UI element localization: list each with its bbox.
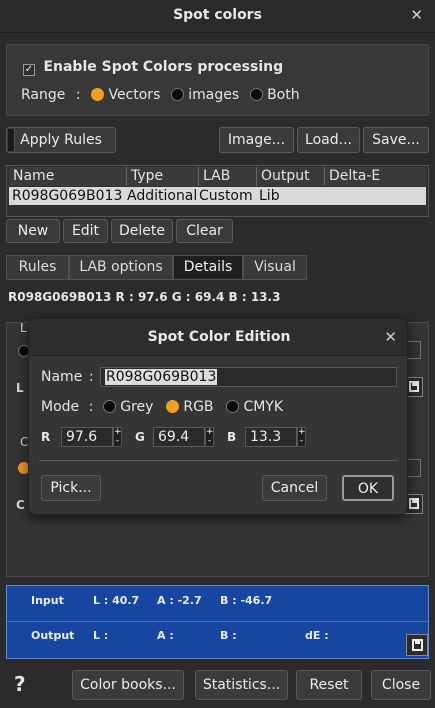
radio-images[interactable]: images [170, 87, 239, 103]
b-label: B [227, 430, 237, 444]
cell-name: R098G069B013 [12, 188, 123, 204]
range-group: Range : Vectors images Both [21, 87, 300, 103]
radio-vectors[interactable]: Vectors [91, 87, 160, 103]
name-sep: : [89, 369, 94, 385]
dialog-divider [39, 460, 397, 461]
delete-button[interactable]: Delete [111, 219, 173, 243]
details-summary: R098G069B013 R : 97.6 G : 69.4 B : 13.3 [8, 290, 281, 304]
r-input[interactable]: 97.6 [61, 427, 113, 447]
column-header-type[interactable]: Type [127, 167, 199, 186]
table-row[interactable]: R098G069B013 Additional Custom Lib [9, 187, 426, 205]
bg-dropdown-icon [407, 459, 421, 477]
ok-button[interactable]: OK [342, 475, 394, 501]
g-input[interactable]: 69.4 [153, 427, 205, 447]
b-input[interactable]: 13.3 [245, 427, 297, 447]
apply-rules-button[interactable]: Apply Rules [6, 127, 116, 153]
settings-panel: ✓ Enable Spot Colors processing Range : … [6, 44, 429, 116]
input-a-value: A : -2.7 [157, 594, 202, 607]
cell-lab: Custom [199, 188, 253, 204]
color-panel-separator [7, 621, 428, 622]
input-label: Input [31, 594, 64, 607]
tab-details[interactable]: Details [173, 255, 243, 280]
radio-rgb[interactable]: RGB [165, 399, 214, 415]
load-button[interactable]: Load... [297, 127, 360, 153]
name-value: R098G069B013 [105, 369, 218, 385]
clear-button[interactable]: Clear [176, 219, 233, 243]
input-b-value: B : -46.7 [220, 594, 273, 607]
radio-icon[interactable] [225, 400, 239, 413]
tab-visual[interactable]: Visual [243, 255, 307, 280]
column-header-lab[interactable]: LAB [199, 167, 257, 186]
close-icon[interactable]: ✕ [410, 6, 423, 24]
cancel-button[interactable]: Cancel [262, 475, 327, 501]
title-bar: Spot colors ✕ [0, 0, 435, 33]
radio-selected-icon[interactable] [91, 88, 104, 101]
dialog-title: Spot Color Edition [147, 329, 291, 345]
bg-dropdown-icon [407, 341, 421, 359]
output-b-value: B : [220, 629, 237, 642]
input-l-value: L : 40.7 [93, 594, 140, 607]
bg-label-fragment: L [16, 381, 24, 395]
b-spinner[interactable]: + - [297, 427, 306, 447]
radio-both[interactable]: Both [249, 87, 300, 103]
close-button[interactable]: Close [371, 670, 431, 700]
radio-icon[interactable] [249, 88, 263, 101]
color-values-panel: Input L : 40.7 A : -2.7 B : -46.7 Output… [6, 585, 429, 659]
new-button[interactable]: New [6, 219, 60, 243]
radio-cmyk[interactable]: CMYK [225, 399, 283, 415]
mode-group: Mode : Grey RGB CMYK [41, 399, 283, 415]
tab-lab-options[interactable]: LAB options [69, 255, 173, 280]
mode-sep: : [88, 399, 94, 415]
r-label: R [41, 430, 51, 444]
pick-button[interactable]: Pick... [41, 475, 101, 501]
save-button[interactable]: Save... [363, 127, 429, 153]
bg-group-fragment: L [20, 321, 27, 335]
range-sep: : [75, 87, 81, 103]
color-books-button[interactable]: Color books... [72, 670, 184, 700]
mode-label: Mode [41, 399, 80, 415]
close-icon[interactable]: ✕ [384, 328, 397, 346]
dialog-title-bar: Spot Color Edition ✕ [29, 319, 407, 356]
r-spinner[interactable]: + - [113, 427, 122, 447]
tab-rules[interactable]: Rules [6, 255, 69, 280]
statistics-button[interactable]: Statistics... [195, 670, 288, 700]
g-label: G [135, 430, 145, 444]
apply-rules-indicator [8, 129, 15, 151]
radio-grey[interactable]: Grey [102, 399, 153, 415]
edit-button[interactable]: Edit [63, 219, 108, 243]
image-button[interactable]: Image... [219, 127, 294, 153]
column-header-name[interactable]: Name [9, 167, 127, 186]
bg-label-fragment: C [16, 498, 25, 512]
cell-type: Additional [127, 188, 198, 204]
save-icon[interactable] [406, 634, 428, 656]
checkbox-icon[interactable]: ✓ [23, 64, 35, 76]
column-header-delta-e[interactable]: Delta-E [325, 167, 426, 186]
name-input[interactable]: R098G069B013 [100, 367, 397, 387]
radio-icon[interactable] [170, 88, 184, 101]
enable-label: Enable Spot Colors processing [43, 59, 284, 75]
output-label: Output [31, 629, 75, 642]
window-title: Spot colors [173, 7, 262, 23]
help-icon[interactable]: ? [14, 672, 26, 696]
spot-color-edition-dialog: Spot Color Edition ✕ Name : R098G069B013… [28, 318, 408, 515]
radio-selected-icon[interactable] [165, 400, 179, 413]
reset-button[interactable]: Reset [296, 670, 362, 700]
output-de-value: dE : [305, 629, 329, 642]
name-label: Name [41, 369, 83, 385]
spot-colors-table: Name Type LAB Output Delta-E R098G069B01… [6, 165, 429, 217]
enable-spot-colors-checkbox[interactable]: ✓ Enable Spot Colors processing [23, 59, 283, 76]
cell-output: Lib [259, 188, 280, 204]
range-label: Range [21, 87, 66, 103]
output-a-value: A : [157, 629, 174, 642]
radio-icon[interactable] [102, 400, 116, 413]
output-l-value: L : [93, 629, 109, 642]
g-spinner[interactable]: + - [205, 427, 214, 447]
column-header-output[interactable]: Output [257, 167, 325, 186]
